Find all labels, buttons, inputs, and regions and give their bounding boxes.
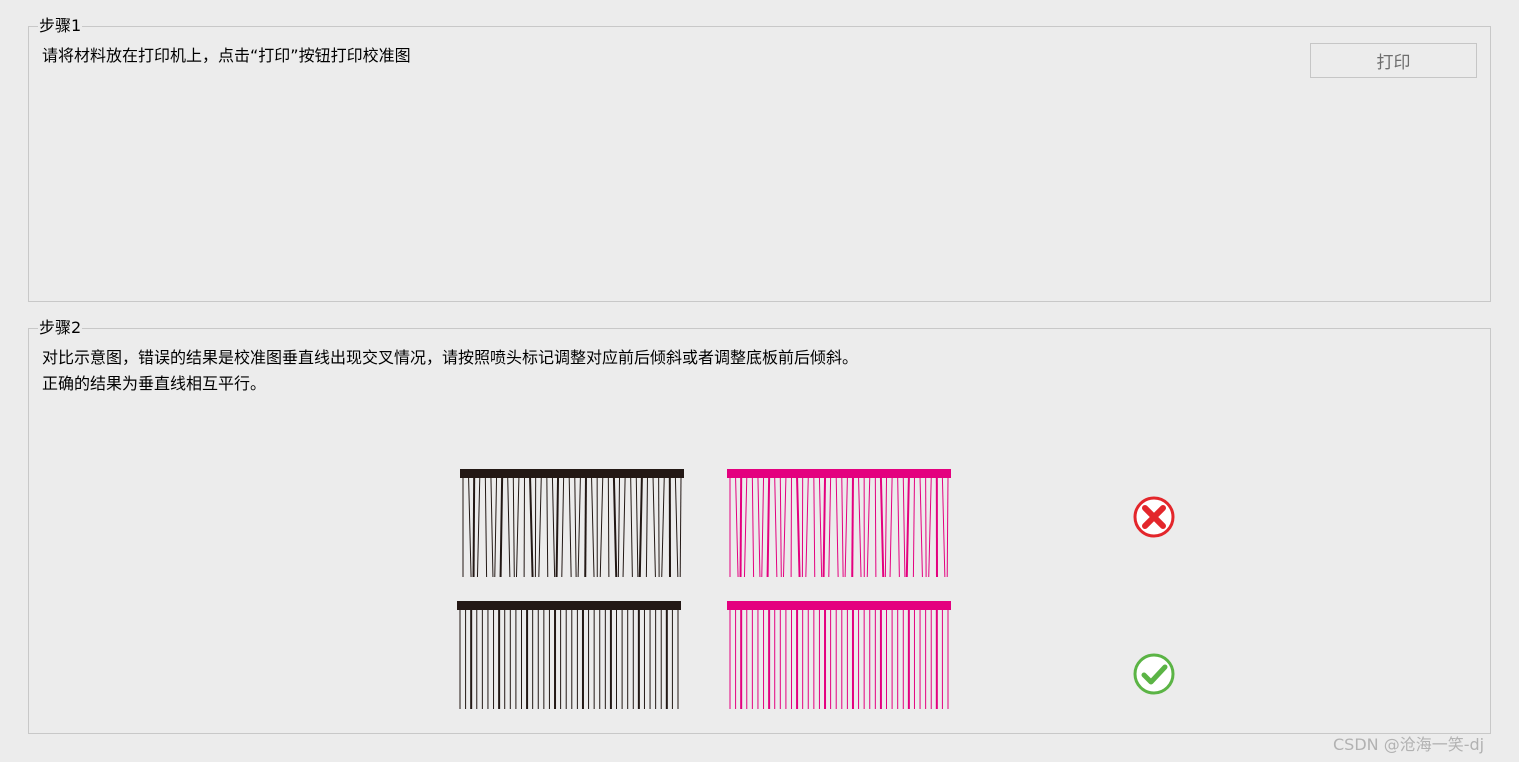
comb-line [757,477,761,578]
comb-line [577,477,581,578]
comb-line [638,477,643,578]
comb-line [555,477,560,578]
step1-title: 步骤1 [38,16,83,36]
comb-line [828,477,832,578]
comb-line [751,477,755,578]
comb-line [841,477,844,578]
comb-line [774,477,778,578]
comb-line [551,477,556,578]
step2-title: 步骤2 [38,318,83,338]
comb-line [897,477,900,578]
comb-line [622,477,626,578]
print-button[interactable]: 打印 [1310,43,1477,78]
comb-line [946,477,949,578]
step1-group: 步骤1 请将材料放在打印机上，点击“打印”按钮打印校准图 打印 [28,16,1491,302]
comb-line [879,477,885,578]
comb-line [902,477,906,578]
comb-line [612,477,618,578]
comb-line [844,477,848,578]
comb-line [507,477,511,578]
comb-line [905,477,910,578]
comb-line [617,477,621,578]
comb-line [630,477,633,578]
comb-line [912,477,915,578]
wrong-magenta-comb [727,469,951,578]
comb-line [822,477,827,578]
comb-line [674,477,679,578]
correct-magenta-comb [727,601,951,709]
comb-line [561,477,565,578]
comb-line [782,477,787,578]
comb-line [490,477,494,578]
comb-line [607,477,610,578]
comb-line [928,477,932,578]
comb-line [494,477,498,578]
comb-line [679,477,682,578]
comb-line [874,477,877,578]
comb-bar [727,601,951,610]
step2-instruction-line1: 对比示意图，错误的结果是校准图垂直线出现交叉情况，请按照喷头标记调整对应前后倾斜… [42,348,859,367]
comb-bar [457,601,681,610]
comb-line [813,477,816,578]
comb-line [851,477,854,578]
comb-line [941,477,946,578]
comb-line [635,477,639,578]
comb-line [743,477,748,578]
comb-line [499,477,504,578]
comb-line [866,477,871,578]
comb-line [574,477,577,578]
comb-bar [727,469,951,478]
comb-line [735,477,739,578]
comb-line [599,477,604,578]
comb-bar [460,469,684,478]
comb-line [796,477,801,578]
comb-line [484,477,488,578]
comb-line [476,477,481,578]
comb-line [858,477,862,578]
comb-line [835,477,839,578]
comb-line [889,477,893,578]
comb-line [919,477,923,578]
comb-line [766,477,771,578]
comb-line [805,477,809,578]
comb-line [779,477,782,578]
wrong-black-comb [460,469,684,578]
comb-line [472,477,476,578]
cross-icon [1133,496,1175,538]
comb-line [568,477,572,578]
comb-line [818,477,823,578]
comb-line [538,477,542,578]
comb-line [884,477,888,578]
comb-line [512,477,515,578]
check-icon [1133,653,1175,695]
comb-line [584,477,587,578]
step2-instruction-line2: 正确的结果为垂直线相互平行。 [42,374,267,393]
comb-line [529,477,534,578]
correct-black-comb [457,601,681,709]
comb-line [645,477,648,578]
step1-instruction: 请将材料放在打印机上，点击“打印”按钮打印校准图 [42,46,411,65]
comb-line [739,477,743,578]
comb-line [661,477,665,578]
comb-line [546,477,549,578]
comb-line [515,477,520,578]
comb-line [468,477,472,578]
comb-line [652,477,656,578]
watermark: CSDN @沧海一笑-dj [1333,735,1485,754]
comb-line [761,477,765,578]
comb-line [591,477,595,578]
